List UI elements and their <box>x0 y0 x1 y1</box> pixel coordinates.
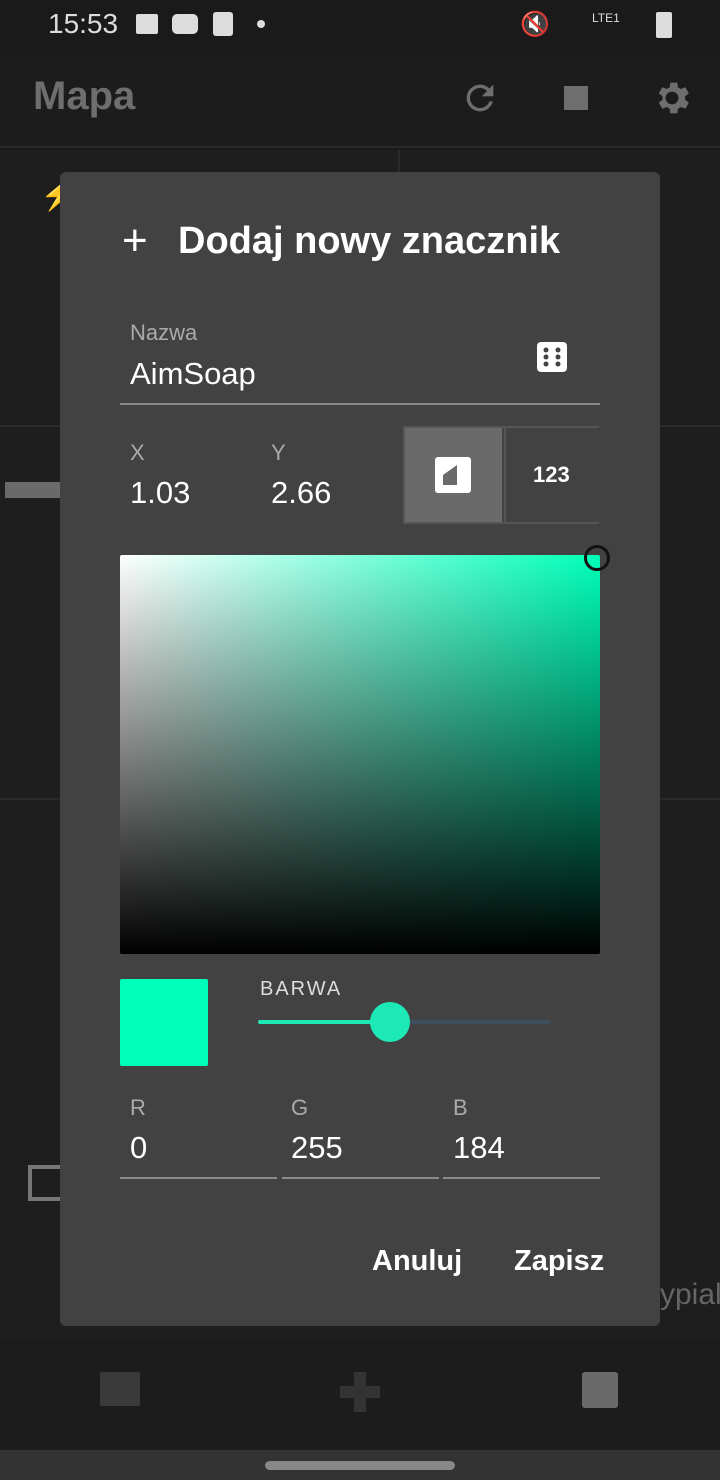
map-mode-button[interactable] <box>405 428 502 522</box>
add-marker-dialog: + Dodaj nowy znacznik Nazwa AimSoap X 1.… <box>60 172 660 1326</box>
mute-icon: 🔇 <box>520 11 550 38</box>
saturation-value-picker[interactable] <box>120 545 610 954</box>
name-label: Nazwa <box>130 320 198 345</box>
g-underline <box>282 1177 439 1179</box>
grid-icon[interactable] <box>28 1165 64 1201</box>
map-icon[interactable] <box>582 1372 618 1408</box>
gallery-icon <box>136 14 158 34</box>
picker-handle[interactable] <box>584 545 610 571</box>
dot-icon <box>257 20 265 28</box>
clock-icon <box>213 12 233 36</box>
chat-icon[interactable] <box>100 1372 140 1406</box>
dialog-title: Dodaj nowy znacznik <box>178 220 561 262</box>
hue-label: BARWA <box>260 978 343 1000</box>
status-time: 15:53 <box>48 8 119 39</box>
b-label: B <box>453 1095 468 1120</box>
random-dice-icon[interactable] <box>537 342 567 372</box>
gamepad-icon[interactable] <box>340 1372 380 1412</box>
name-underline <box>120 403 600 405</box>
numeric-label: 123 <box>533 462 570 487</box>
map-icon <box>435 457 471 493</box>
app-bar: Mapa <box>0 50 720 148</box>
page-title: Mapa <box>33 74 136 118</box>
r-label: R <box>130 1095 146 1120</box>
battery-icon <box>656 12 672 38</box>
b-input[interactable]: 184 <box>453 1130 505 1166</box>
y-label: Y <box>271 440 286 465</box>
r-underline <box>120 1177 277 1179</box>
youtube-icon <box>172 14 198 34</box>
home-gesture-handle[interactable] <box>265 1461 455 1470</box>
coordinate-mode-toggle: 123 <box>403 426 599 524</box>
color-preview-swatch <box>120 979 208 1066</box>
r-input[interactable]: 0 <box>130 1130 147 1166</box>
x-label: X <box>130 440 145 465</box>
refresh-icon[interactable] <box>460 78 500 118</box>
map-marker-bar <box>5 482 65 498</box>
cancel-button[interactable]: Anuluj <box>372 1245 462 1278</box>
settings-icon[interactable] <box>650 76 694 120</box>
y-value[interactable]: 2.66 <box>271 475 331 511</box>
status-bar: 15:53 🔇 LTE1 <box>0 0 720 50</box>
numeric-mode-button[interactable]: 123 <box>504 428 599 522</box>
b-underline <box>443 1177 600 1179</box>
stop-icon[interactable] <box>564 86 588 110</box>
plus-icon: + <box>122 216 148 265</box>
bottom-nav <box>0 1340 720 1450</box>
x-value[interactable]: 1.03 <box>130 475 190 511</box>
hue-slider-thumb[interactable] <box>369 1002 410 1042</box>
name-input[interactable]: AimSoap <box>130 356 256 392</box>
g-input[interactable]: 255 <box>291 1130 343 1166</box>
g-label: G <box>291 1095 309 1120</box>
room-label: ypialn <box>660 1278 720 1311</box>
save-button[interactable]: Zapisz <box>514 1245 604 1278</box>
network-label: LTE1 <box>592 11 620 25</box>
hue-slider[interactable] <box>258 1002 551 1042</box>
